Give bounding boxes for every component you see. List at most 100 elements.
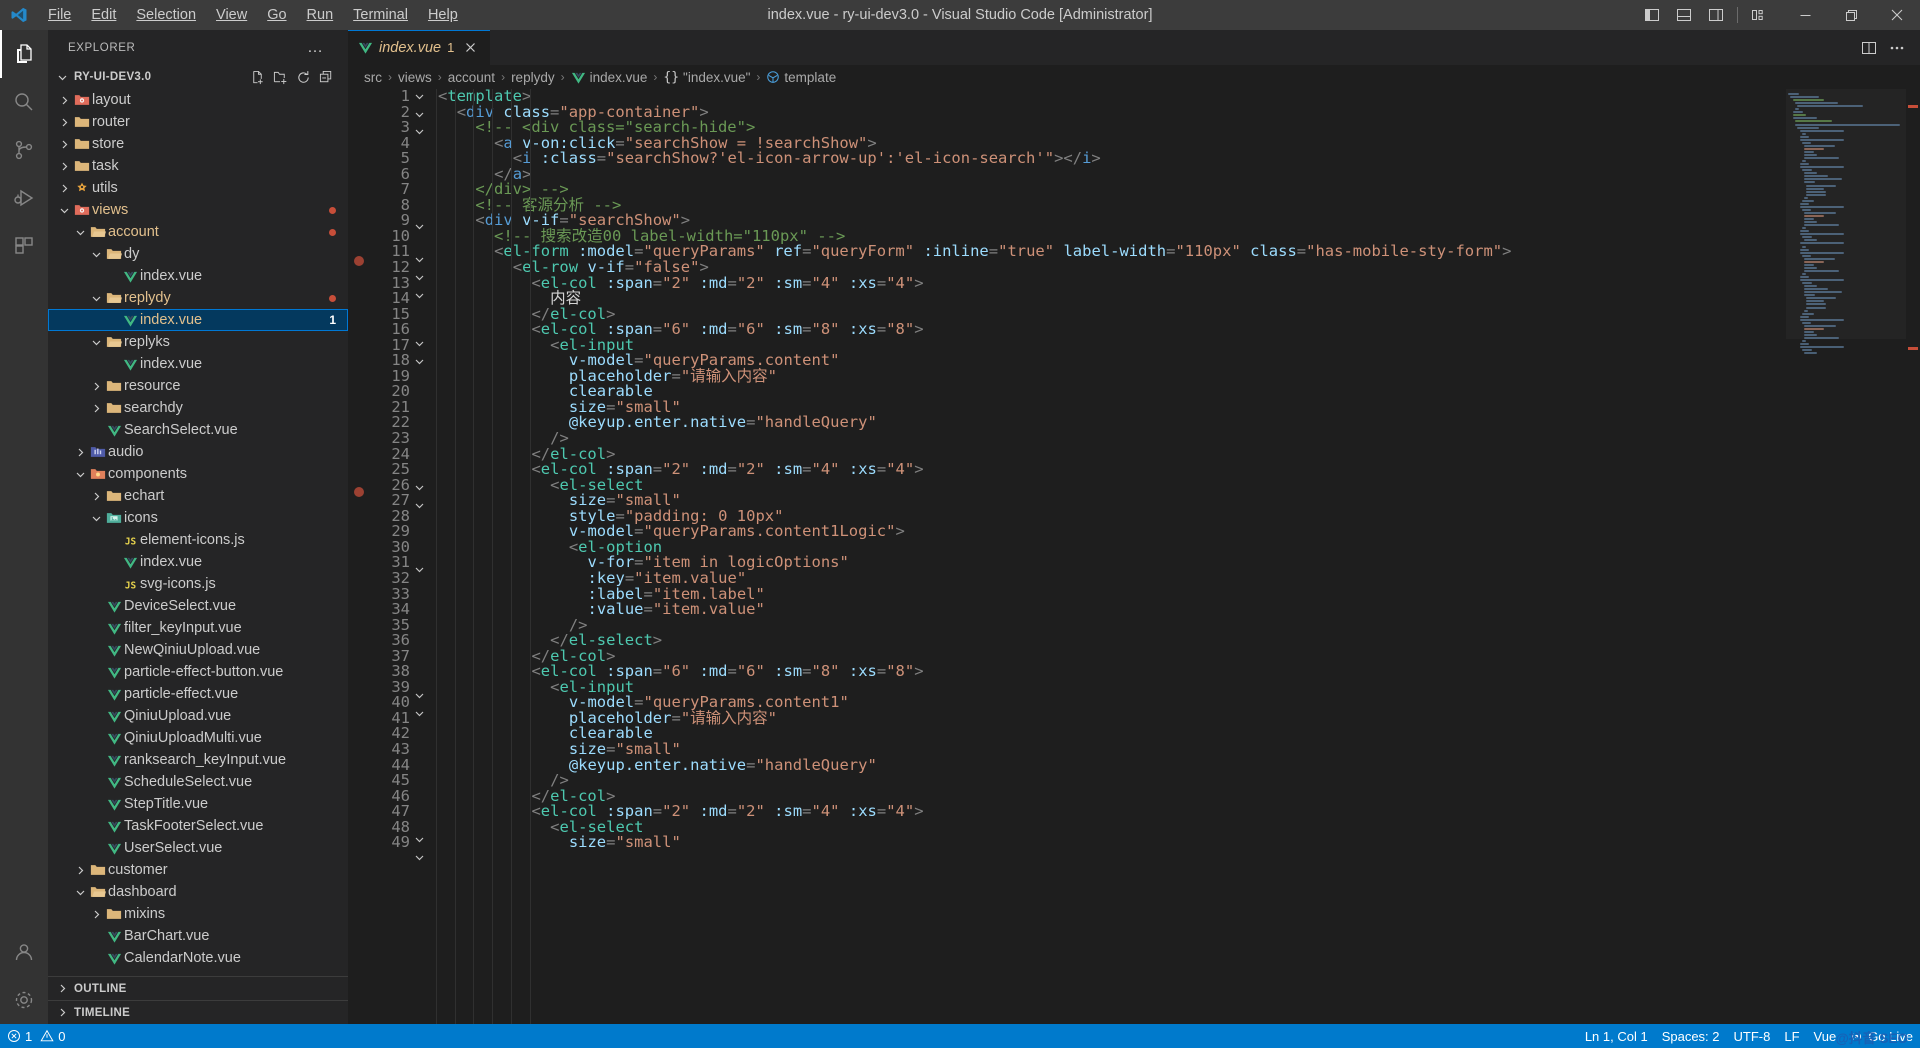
- code-content[interactable]: <template> <div class="app-container"> <…: [432, 89, 1786, 1024]
- chevron-right-icon[interactable]: [88, 491, 104, 502]
- chevron-down-icon[interactable]: [72, 469, 88, 480]
- tree-item-newqiniuupload-vue[interactable]: NewQiniuUpload.vue: [48, 639, 348, 661]
- menu-bar[interactable]: File Edit Selection View Go Run Terminal…: [38, 4, 468, 26]
- minimap[interactable]: [1786, 89, 1906, 1024]
- split-editor-icon[interactable]: [1856, 35, 1882, 61]
- status-eol[interactable]: LF: [1777, 1024, 1806, 1048]
- breakpoint-marker[interactable]: [354, 487, 364, 497]
- breakpoint-marker[interactable]: [354, 256, 364, 266]
- status-language-mode[interactable]: Vue: [1807, 1024, 1844, 1048]
- breadcrumb-item-5[interactable]: {}"index.vue": [663, 69, 750, 85]
- breadcrumb-item-4[interactable]: index.vue: [571, 70, 648, 85]
- tree-item-taskfooterselect-vue[interactable]: TaskFooterSelect.vue: [48, 815, 348, 837]
- fold-chevron-icon[interactable]: [414, 690, 432, 706]
- tree-item-particle-effect-vue[interactable]: particle-effect.vue: [48, 683, 348, 705]
- activity-explorer[interactable]: [0, 30, 48, 78]
- tree-item-scheduleselect-vue[interactable]: ScheduleSelect.vue: [48, 771, 348, 793]
- tree-item-element-icons-js[interactable]: JSelement-icons.js: [48, 529, 348, 551]
- chevron-right-icon[interactable]: [56, 161, 72, 172]
- activity-extensions[interactable]: [0, 222, 48, 270]
- status-encoding[interactable]: UTF-8: [1727, 1024, 1778, 1048]
- code-line[interactable]: </a>: [438, 167, 1786, 183]
- breadcrumb-item-1[interactable]: views: [398, 70, 432, 85]
- tab-close-icon[interactable]: [460, 38, 480, 58]
- tree-item-store[interactable]: store: [48, 133, 348, 155]
- activity-settings[interactable]: [0, 976, 48, 1024]
- menu-view[interactable]: View: [206, 4, 257, 26]
- breadcrumb-item-0[interactable]: src: [364, 70, 382, 85]
- code-line[interactable]: size="small": [438, 835, 1786, 851]
- status-problems[interactable]: 1 0: [0, 1024, 72, 1048]
- fold-chevron-icon[interactable]: [414, 272, 432, 288]
- chevron-right-icon[interactable]: [88, 909, 104, 920]
- tree-item-mixins[interactable]: mixins: [48, 903, 348, 925]
- chevron-right-icon[interactable]: [72, 447, 88, 458]
- tree-item-echart[interactable]: echart: [48, 485, 348, 507]
- window-maximize-button[interactable]: [1828, 0, 1874, 30]
- breadcrumb-item-3[interactable]: replydy: [511, 70, 555, 85]
- tree-item-calendarnote-vue[interactable]: CalendarNote.vue: [48, 947, 348, 969]
- breakpoint-gutter[interactable]: [348, 89, 370, 1024]
- new-folder-icon[interactable]: [270, 67, 290, 87]
- tree-item-searchselect-vue[interactable]: SearchSelect.vue: [48, 419, 348, 441]
- activity-search[interactable]: [0, 78, 48, 126]
- menu-run[interactable]: Run: [297, 4, 344, 26]
- fold-chevron-icon[interactable]: [414, 852, 432, 868]
- tree-item-filter-keyinput-vue[interactable]: filter_keyInput.vue: [48, 617, 348, 639]
- project-root-header[interactable]: RY-UI-DEV3.0: [48, 65, 348, 89]
- toggle-primary-sidebar-icon[interactable]: [1637, 0, 1667, 30]
- fold-chevron-icon[interactable]: [414, 338, 432, 354]
- tree-item-userselect-vue[interactable]: UserSelect.vue: [48, 837, 348, 859]
- fold-chevron-icon[interactable]: [414, 91, 432, 107]
- tree-item-utils[interactable]: utils: [48, 177, 348, 199]
- menu-selection[interactable]: Selection: [126, 4, 206, 26]
- tree-item-particle-effect-button-vue[interactable]: particle-effect-button.vue: [48, 661, 348, 683]
- tree-item-audio[interactable]: audio: [48, 441, 348, 463]
- layout-controls[interactable]: [1637, 0, 1782, 30]
- code-line[interactable]: @keyup.enter.native="handleQuery": [438, 415, 1786, 431]
- fold-controls[interactable]: [414, 89, 432, 1024]
- chevron-down-icon[interactable]: [88, 249, 104, 260]
- tree-item-svg-icons-js[interactable]: JSsvg-icons.js: [48, 573, 348, 595]
- fold-chevron-icon[interactable]: [414, 356, 432, 372]
- tree-item-index-vue[interactable]: index.vue: [48, 353, 348, 375]
- code-editor[interactable]: 1234567891011121314151617181920212223242…: [348, 89, 1920, 1024]
- chevron-right-icon[interactable]: [56, 183, 72, 194]
- tree-item-index-vue[interactable]: index.vue: [48, 551, 348, 573]
- fold-chevron-icon[interactable]: [414, 708, 432, 724]
- editor-more-actions-icon[interactable]: [1884, 35, 1910, 61]
- timeline-section-header[interactable]: TIMELINE: [48, 1000, 348, 1024]
- tree-item-index-vue[interactable]: index.vue: [48, 265, 348, 287]
- status-cursor-position[interactable]: Ln 1, Col 1: [1578, 1024, 1655, 1048]
- sidebar-more-actions-icon[interactable]: …: [307, 39, 328, 57]
- menu-go[interactable]: Go: [257, 4, 296, 26]
- tree-item-index-vue[interactable]: index.vue1: [48, 309, 348, 331]
- tree-item-barchart-vue[interactable]: BarChart.vue: [48, 925, 348, 947]
- tree-item-searchdy[interactable]: searchdy: [48, 397, 348, 419]
- project-actions[interactable]: [247, 67, 342, 87]
- tree-item-router[interactable]: router: [48, 111, 348, 133]
- tree-item-qiniuuploadmulti-vue[interactable]: QiniuUploadMulti.vue: [48, 727, 348, 749]
- menu-file[interactable]: File: [38, 4, 81, 26]
- tree-item-resource[interactable]: resource: [48, 375, 348, 397]
- toggle-panel-icon[interactable]: [1669, 0, 1699, 30]
- tree-item-replydy[interactable]: replydy: [48, 287, 348, 309]
- new-file-icon[interactable]: [247, 67, 267, 87]
- code-line[interactable]: </div> -->: [438, 182, 1786, 198]
- fold-chevron-icon[interactable]: [414, 221, 432, 237]
- tree-item-icons[interactable]: icons: [48, 507, 348, 529]
- code-line[interactable]: </el-select>: [438, 633, 1786, 649]
- fold-chevron-icon[interactable]: [414, 564, 432, 580]
- menu-edit[interactable]: Edit: [81, 4, 126, 26]
- tree-item-customer[interactable]: customer: [48, 859, 348, 881]
- tree-item-replyks[interactable]: replyks: [48, 331, 348, 353]
- code-line[interactable]: />: [438, 431, 1786, 447]
- tree-item-steptitle-vue[interactable]: StepTitle.vue: [48, 793, 348, 815]
- status-go-live[interactable]: Go Live: [1843, 1024, 1920, 1048]
- tree-item-components[interactable]: components: [48, 463, 348, 485]
- activity-accounts[interactable]: [0, 928, 48, 976]
- collapse-all-icon[interactable]: [316, 67, 336, 87]
- toggle-secondary-sidebar-icon[interactable]: [1701, 0, 1731, 30]
- chevron-right-icon[interactable]: [56, 95, 72, 106]
- chevron-down-icon[interactable]: [88, 293, 104, 304]
